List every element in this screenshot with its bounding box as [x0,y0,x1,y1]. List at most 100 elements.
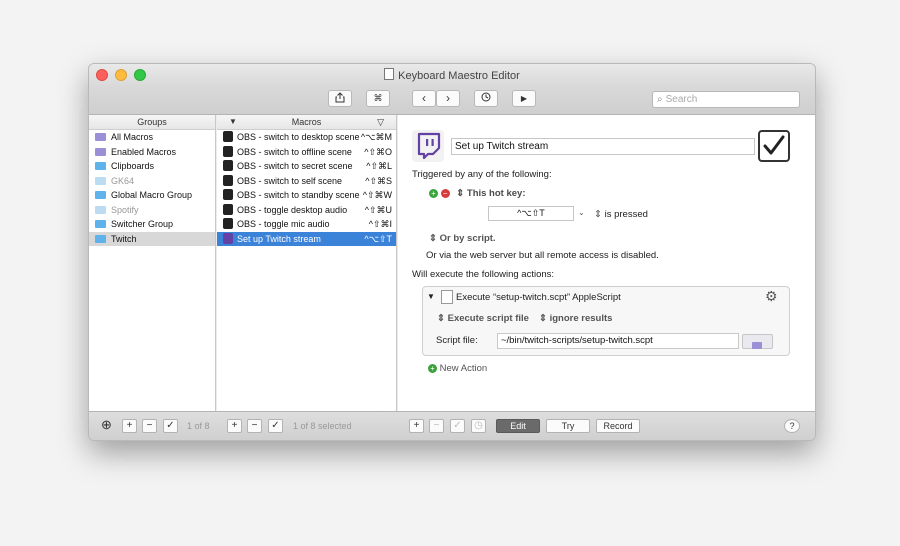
macro-item[interactable]: OBS - switch to standby scene ^⇧⌘W [217,188,396,203]
macro-label: Set up Twitch stream [237,233,321,244]
add-macro-button[interactable]: + [227,419,242,433]
timer-button[interactable]: ◷ [471,419,486,433]
will-execute-label: Will execute the following actions: [412,269,555,280]
folder-icon [752,342,762,349]
remove-trigger-button[interactable]: − [440,189,450,198]
keyboard-maestro-icon [223,145,233,157]
remove-group-button[interactable]: − [142,419,157,433]
macro-name-field[interactable]: Set up Twitch stream [451,138,755,155]
chevron-left-icon: ‹ [422,91,426,105]
title-bar: Keyboard Maestro Editor [89,64,815,86]
action-applescript[interactable]: ▼ Execute “setup-twitch.scpt” AppleScrip… [422,286,790,356]
enable-action-button[interactable]: ✓ [450,419,465,433]
group-item-gk64[interactable]: GK64 [89,174,215,189]
enable-macro-button[interactable]: ✓ [268,419,283,433]
group-item-switcher-group[interactable]: Switcher Group [89,217,215,232]
macro-item[interactable]: OBS - switch to offline scene ^⇧⌘O [217,145,396,160]
action-title: Execute “setup-twitch.scpt” AppleScript [456,292,621,303]
share-icon [335,92,345,103]
window-title: Keyboard Maestro Editor [89,68,815,82]
add-group-button[interactable]: + [122,419,137,433]
keyboard-maestro-icon [223,218,233,229]
search-placeholder: Search [665,94,698,105]
triggered-by-label: Triggered by any of the following: [412,169,552,180]
macro-icon-well[interactable] [412,130,444,162]
macro-hotkey: ^⇧⌘S [365,175,392,186]
macro-label: OBS - switch to standby scene [237,190,360,200]
help-button[interactable]: ? [784,419,800,433]
macro-item[interactable]: OBS - toggle mic audio ^⇧⌘I [217,217,396,232]
group-label: Enabled Macros [111,146,177,157]
edit-button[interactable]: Edit [496,419,540,433]
new-action-button[interactable]: + New Action [428,363,487,374]
cmd-button[interactable]: ⌘ [366,90,390,107]
clock-icon: ◷ [474,420,483,431]
script-file-field[interactable]: ~/bin/twitch-scripts/setup-twitch.scpt [497,333,739,349]
web-server-note: Or via the web server but all remote acc… [426,250,659,261]
share-button[interactable] [328,90,352,107]
macro-hotkey: ^⇧⌘L [366,161,392,171]
back-button[interactable]: ‹ [412,90,436,107]
choose-file-button[interactable] [742,334,773,349]
hotkey-field[interactable]: ^⌥⇧T [488,206,574,221]
execute-script-file-popup[interactable]: ⇕ Execute script file [437,313,529,324]
group-item-twitch[interactable]: Twitch [89,231,215,246]
record-button[interactable]: Record [596,419,640,433]
folder-icon [95,220,106,228]
groups-count: 1 of 8 [187,421,210,431]
disclosure-triangle-icon[interactable]: ▼ [427,292,435,301]
macro-enabled-checkbox[interactable] [758,130,790,162]
add-trigger-button[interactable]: + [429,189,438,198]
or-by-script-popup[interactable]: ⇕ Or by script. [429,233,496,244]
smart-folder-icon [95,147,106,156]
trigger-type-popup[interactable]: ⇕ This hot key: [456,188,525,199]
macro-label: OBS - toggle mic audio [237,219,330,229]
group-item-clipboards[interactable]: Clipboards [89,159,215,174]
forward-button[interactable]: › [436,90,460,107]
macro-item[interactable]: OBS - toggle desktop audio ^⇧⌘U [217,203,396,218]
checkmark-icon: ✓ [453,420,462,431]
smart-folder-icon [95,133,106,141]
macro-editor: Set up Twitch stream Triggered by any of… [398,115,815,411]
macro-item[interactable]: OBS - switch to self scene ^⇧⌘S [217,174,396,189]
keyboard-maestro-icon [223,160,233,171]
macro-label: OBS - switch to secret scene [237,161,353,171]
try-button[interactable]: Try [546,419,590,433]
filter-icon[interactable]: ▽ [377,115,384,129]
search-field[interactable]: ⌕ Search [652,91,800,108]
macro-label: OBS - switch to self scene [237,175,343,186]
group-item-global-macro-group[interactable]: Global Macro Group [89,188,215,203]
add-action-button[interactable]: + [409,419,424,433]
ignore-results-popup[interactable]: ⇕ ignore results [539,313,612,324]
gear-icon[interactable]: ⚙ [765,288,778,305]
groups-header[interactable]: Groups [89,115,215,130]
group-label: Twitch [111,233,137,244]
hotkey-dropdown-chevron[interactable]: ⌄ [578,208,585,217]
group-item-spotify[interactable]: Spotify [89,203,215,218]
editor-window: Keyboard Maestro Editor ⌘ ‹ › ▶ ⌕ Search … [88,63,816,441]
script-file-label: Script file: [436,335,478,346]
remove-macro-button[interactable]: − [247,419,262,433]
group-item-all-macros[interactable]: All Macros [89,130,215,145]
group-label: Global Macro Group [111,190,193,200]
crosshair-icon: ⊕ [101,417,112,432]
macro-item[interactable]: OBS - switch to secret scene ^⇧⌘L [217,159,396,174]
play-icon: ▶ [520,94,528,103]
group-label: GK64 [111,175,135,186]
remove-action-button[interactable]: − [429,419,444,433]
checkmark-icon: ✓ [271,420,280,431]
trigger-row: + − ⇕ This hot key: [429,188,525,199]
history-button[interactable] [474,90,498,107]
group-item-enabled-macros[interactable]: Enabled Macros [89,145,215,160]
sort-arrow-icon[interactable]: ▼ [229,115,237,129]
macros-header[interactable]: ▼ Macros ▽ [217,115,396,130]
group-label: Spotify [111,204,139,215]
group-options-button[interactable]: ⊕ [100,417,113,432]
macro-item-selected[interactable]: Set up Twitch stream ^⌥⇧T [217,231,396,246]
is-pressed-popup[interactable]: ⇕ is pressed [594,209,648,220]
macro-item[interactable]: OBS - switch to desktop scene ^⌥⌘M [217,130,396,145]
run-button[interactable]: ▶ [512,90,536,107]
enable-group-button[interactable]: ✓ [163,419,178,433]
folder-icon [95,191,106,199]
twitch-logo-icon [417,132,441,160]
